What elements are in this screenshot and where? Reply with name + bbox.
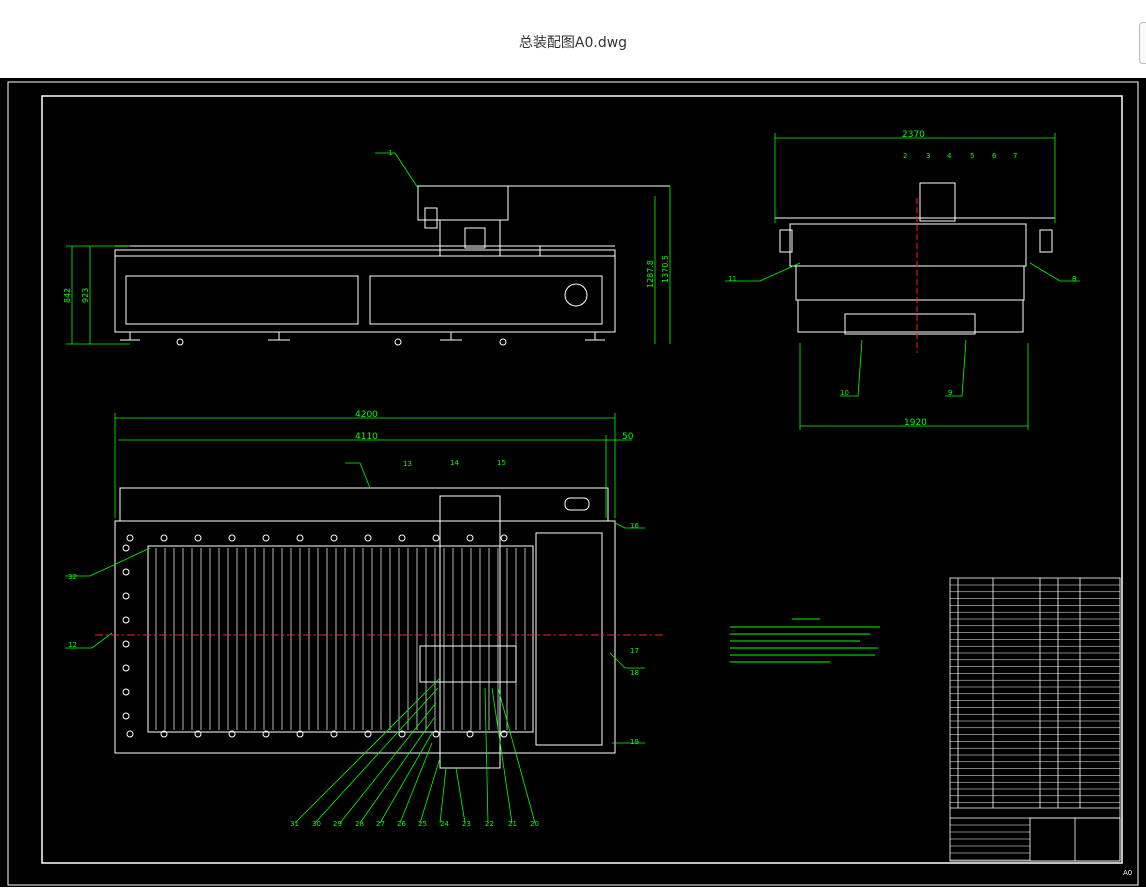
- callout-15: 15: [497, 459, 506, 467]
- callout-6: 6: [992, 152, 997, 160]
- mount-hole: [432, 534, 440, 542]
- callout-29: 29: [333, 820, 342, 828]
- mount-hole: [466, 534, 474, 542]
- callout-31: 31: [290, 820, 299, 828]
- mount-hole: [228, 534, 236, 542]
- mount-hole: [364, 534, 372, 542]
- callout-26: 26: [397, 820, 406, 828]
- mount-hole: [160, 534, 168, 542]
- plan-holes: (function(){ var g=document.currentScrip…: [122, 534, 508, 738]
- mount-hole: [194, 534, 202, 542]
- callout-27: 27: [376, 820, 385, 828]
- dim-h4: 1370.5: [661, 255, 670, 283]
- drawing-canvas[interactable]: 842 923 1287.8 1370.5 1 2370 1920 2 3 4 …: [0, 78, 1146, 887]
- callout-2: 2: [903, 152, 907, 160]
- callout-30: 30: [312, 820, 321, 828]
- side-tab-handle[interactable]: [1139, 22, 1146, 64]
- mount-hole: [122, 688, 130, 696]
- dim-h1: 842: [63, 288, 72, 303]
- callout-4: 4: [947, 152, 952, 160]
- callout-21: 21: [508, 820, 517, 828]
- mount-hole: [500, 534, 508, 542]
- mount-hole: [262, 534, 270, 542]
- dim-inner-length: 4110: [355, 432, 378, 442]
- callout-20: 20: [530, 820, 539, 828]
- callout-22: 22: [485, 820, 494, 828]
- parts-list-table: [949, 577, 1121, 862]
- plan-view: [114, 487, 616, 769]
- parts-list-rows: (function(){ var g=document.currentScrip…: [950, 584, 1120, 861]
- mount-hole: [296, 534, 304, 542]
- mount-hole: [122, 712, 130, 720]
- callout-9: 9: [948, 389, 952, 397]
- mount-hole: [122, 568, 130, 576]
- callout-25: 25: [418, 820, 427, 828]
- window-title: 总装配图A0.dwg: [518, 35, 628, 51]
- callout-32: 32: [68, 573, 77, 581]
- dim-top-width: 2370: [902, 130, 925, 140]
- callout-5: 5: [970, 152, 974, 160]
- callout-18: 18: [630, 669, 639, 677]
- side-elevation-view: [775, 182, 1055, 335]
- callout-28: 28: [355, 820, 364, 828]
- callout-10: 10: [840, 389, 849, 397]
- callout-14: 14: [450, 459, 459, 467]
- side-elevation-dims: [725, 133, 1080, 430]
- callout-24: 24: [440, 820, 449, 828]
- dim-total-length: 4200: [355, 410, 378, 420]
- dim-h3: 1287.8: [646, 260, 655, 288]
- mount-hole: [330, 534, 338, 542]
- callout-17: 17: [630, 647, 639, 655]
- mount-hole: [122, 640, 130, 648]
- mount-hole: [398, 534, 406, 542]
- front-elevation-dims: [66, 152, 671, 345]
- mount-hole: [122, 592, 130, 600]
- callout-1: 1: [388, 149, 392, 157]
- front-elevation-view: [114, 185, 670, 333]
- callout-11: 11: [728, 275, 737, 283]
- front-elevation-feet: [120, 332, 605, 346]
- mount-hole: [126, 534, 134, 542]
- callout-19: 19: [630, 738, 639, 746]
- plan-dims: [65, 413, 645, 824]
- dim-bottom-width: 1920: [904, 418, 927, 428]
- mount-hole: [122, 544, 130, 552]
- callout-7: 7: [1013, 152, 1017, 160]
- cad-drawing[interactable]: 842 923 1287.8 1370.5 1 2370 1920 2 3 4 …: [0, 78, 1146, 887]
- callout-16: 16: [630, 522, 639, 530]
- technical-notes: [730, 618, 880, 663]
- sheet-size-label: A0: [1123, 869, 1132, 877]
- mount-hole: [122, 616, 130, 624]
- mount-hole: [126, 730, 134, 738]
- callout-23: 23: [462, 820, 471, 828]
- dim-h2: 923: [81, 288, 90, 303]
- dim-offset: 50: [622, 432, 634, 442]
- window-titlebar: 总装配图A0.dwg: [0, 0, 1146, 79]
- callout-13: 13: [403, 460, 412, 468]
- plan-slats: (function(){ var g=document.currentScrip…: [155, 548, 526, 730]
- callout-12: 12: [68, 641, 77, 649]
- sheet-outer-frame: [7, 81, 1139, 886]
- mount-hole: [122, 664, 130, 672]
- callout-8: 8: [1072, 275, 1076, 283]
- callout-3: 3: [926, 152, 930, 160]
